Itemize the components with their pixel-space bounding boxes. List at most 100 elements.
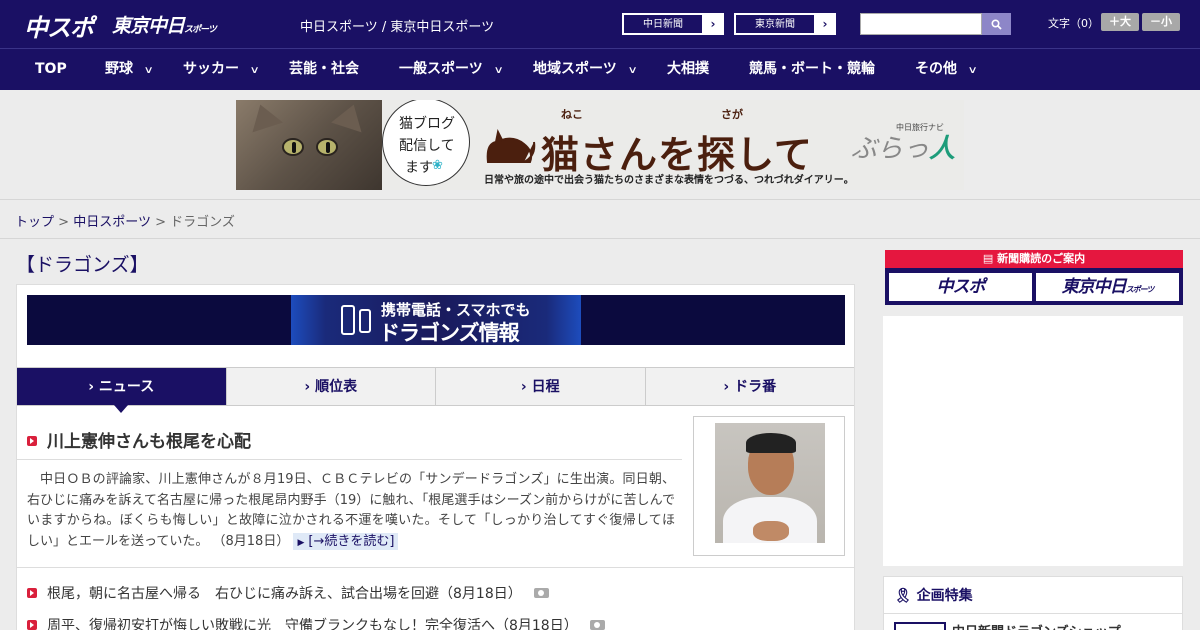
chevron-right-icon: ›	[88, 379, 99, 395]
site-title: 中日スポーツ / 東京中日スポーツ	[300, 20, 495, 35]
divider	[17, 459, 682, 460]
tab-reporter[interactable]: › ドラ番	[644, 368, 854, 405]
news-item-text: 根尾，朝に名古屋へ帰る 右ひじに痛み訴え、試合出場を回避（8月18日）	[47, 586, 522, 602]
tab-label: 順位表	[315, 379, 358, 395]
article-title-text: 川上憲伸さんも根尾を心配	[47, 432, 251, 452]
brand-b: 人	[929, 134, 956, 164]
nav-item-top[interactable]: TOP	[35, 49, 67, 90]
tab-standings[interactable]: › 順位表	[225, 368, 435, 405]
nav-label: 地域スポーツ	[533, 61, 617, 77]
nav-label: TOP	[35, 61, 67, 77]
breadcrumb-parent-link[interactable]: 中日スポーツ	[73, 215, 151, 230]
chevron-down-icon: ∨	[627, 65, 638, 76]
main-nav: TOP 野球 ∨ サッカー ∨ 芸能・社会 一般スポーツ ∨ 地域スポーツ ∨ 大相撲 …	[0, 48, 1200, 90]
breadcrumb-separator: >	[58, 215, 70, 230]
speech-bubble: 猫ブログ 配信して ます	[382, 100, 470, 186]
tab-label: ドラ番	[734, 379, 777, 395]
cat-eye	[316, 138, 338, 156]
article-body: 中日ＯＢの評論家、川上憲伸さんが８月19日、ＣＢＣテレビの「サンデードラゴンズ」…	[27, 470, 675, 553]
news-list-item[interactable]: 根尾，朝に名古屋へ帰る 右ひじに痛み訴え、試合出場を回避（8月18日）	[27, 583, 549, 603]
nav-item-general-sports[interactable]: 一般スポーツ ∨	[399, 49, 504, 90]
chevron-down-icon: ∨	[967, 65, 978, 76]
cat-ear	[245, 100, 283, 133]
search-button[interactable]	[982, 13, 1011, 35]
search-icon	[991, 18, 1002, 30]
chuspo-logo[interactable]: 中スポ	[24, 8, 94, 43]
bullet-arrow-icon	[27, 620, 37, 630]
subscribe-tokyo-chunichi-button[interactable]: 東京中日スポーツ	[1036, 273, 1179, 301]
chevron-down-icon: ∨	[143, 65, 154, 76]
chevron-down-icon: ∨	[493, 65, 504, 76]
subscription-heading-text: 新聞購読のご案内	[997, 252, 1086, 265]
font-larger-button[interactable]: ＋大	[1101, 13, 1139, 31]
cat-blog-banner[interactable]: 猫ブログ 配信して ます ❀ ねこ さが 猫さんを探して 日常や旅の途中で出会う…	[236, 100, 964, 190]
tokyo-logo-text: 東京中日	[112, 15, 185, 37]
photo-hands	[753, 521, 789, 541]
bubble-line3: ます	[405, 160, 433, 176]
content-tabs: › ニュース › 順位表 › 日程 › ドラ番	[17, 367, 854, 413]
chevron-right-icon: ›	[520, 379, 532, 395]
tab-label: ニュース	[98, 379, 155, 395]
top-header: 中スポ 東京中日スポーツ 中日スポーツ / 東京中日スポーツ 中日新聞 › 東京…	[0, 0, 1200, 48]
newspaper-icon: ▤	[982, 252, 998, 265]
font-smaller-button[interactable]: －小	[1142, 13, 1180, 31]
chunichi-shimbun-label: 中日新聞	[623, 14, 703, 34]
nav-label: 大相撲	[667, 61, 709, 77]
subscribe-chuspo-button[interactable]: 中スポ	[889, 273, 1032, 301]
tokyo-shimbun-button[interactable]: 東京新聞 ›	[734, 13, 836, 35]
camera-icon	[533, 588, 549, 598]
tab-schedule[interactable]: › 日程	[435, 368, 645, 405]
portrait-image	[715, 423, 825, 543]
nav-item-entertainment[interactable]: 芸能・社会	[289, 49, 359, 90]
article-photo[interactable]	[693, 416, 845, 556]
bubble-line1: 猫ブログ	[399, 116, 455, 132]
news-item-text: 周平、復帰初安打が悔しい敗戦に光 守備ブランクもなし！完全復活へ（8月18日）	[47, 618, 578, 630]
dragon-banner-inner: 携帯電話・スマホでも ドラゴンズ情報	[291, 295, 581, 345]
bullet-arrow-icon	[27, 436, 37, 446]
subscription-box: ▤ 新聞購読のご案内 中スポ 東京中日スポーツ	[885, 250, 1183, 305]
read-more-link[interactable]: [→続きを読む]	[293, 532, 399, 550]
divider	[17, 567, 854, 568]
cat-ear	[331, 100, 369, 133]
tokyo-shimbun-label: 東京新聞	[735, 14, 815, 34]
bura-hito-logo: ぶらっ人	[851, 128, 955, 165]
feature-item-link[interactable]: 中日新聞ドラゴンズショップ	[952, 621, 1121, 630]
nav-item-other[interactable]: その他 ∨	[915, 49, 978, 90]
mobile-dragons-banner[interactable]: 携帯電話・スマホでも ドラゴンズ情報	[27, 295, 845, 345]
tab-news[interactable]: › ニュース	[17, 368, 226, 413]
cat-eye	[282, 138, 304, 156]
nav-item-regional-sports[interactable]: 地域スポーツ ∨	[533, 49, 638, 90]
tab-label: 日程	[531, 379, 560, 395]
font-size-label: 文字（0）	[1048, 17, 1099, 30]
article-date: （8月18日）	[212, 533, 290, 549]
tokyo-chunichi-logo[interactable]: 東京中日スポーツ	[112, 11, 217, 38]
feature-thumbnail[interactable]	[894, 622, 946, 630]
nav-item-racing[interactable]: 競馬・ボート・競輪	[749, 49, 875, 90]
feature-box: 🎗 企画特集 中日新聞ドラゴンズショップ	[883, 576, 1183, 630]
feature-title-text: 企画特集	[916, 588, 973, 604]
sub-tokyo-small: スポーツ	[1125, 285, 1155, 294]
photo-hair	[746, 433, 796, 453]
camera-icon	[589, 620, 605, 630]
bullet-arrow-icon	[27, 588, 37, 598]
search-input[interactable]	[860, 13, 982, 35]
ad-slot	[883, 316, 1183, 566]
main-content: 携帯電話・スマホでも ドラゴンズ情報 › ニュース › 順位表 › 日程 › ド…	[16, 284, 855, 630]
nav-label: 競馬・ボート・競輪	[749, 61, 875, 77]
breadcrumb-top-link[interactable]: トップ	[15, 215, 54, 230]
news-list-item[interactable]: 周平、復帰初安打が悔しい敗戦に光 守備ブランクもなし！完全復活へ（8月18日）	[27, 615, 605, 630]
nav-item-baseball[interactable]: 野球 ∨	[105, 49, 154, 90]
chevron-right-icon: ›	[822, 17, 828, 31]
bubble-line2: 配信して	[399, 138, 455, 154]
title-ruby: さが	[721, 108, 743, 121]
nav-label: その他	[915, 61, 957, 77]
chevron-down-icon: ∨	[249, 65, 260, 76]
brand-a: ぶらっ	[851, 134, 930, 164]
article-title[interactable]: 川上憲伸さんも根尾を心配	[27, 427, 251, 452]
breadcrumb: トップ > 中日スポーツ > ドラゴンズ	[15, 211, 235, 230]
dragon-banner-line2: ドラゴンズ情報	[379, 321, 520, 345]
nav-item-sumo[interactable]: 大相撲	[667, 49, 709, 90]
nav-item-soccer[interactable]: サッカー ∨	[183, 49, 260, 90]
chunichi-shimbun-button[interactable]: 中日新聞 ›	[622, 13, 724, 35]
nav-label: 芸能・社会	[289, 61, 359, 77]
